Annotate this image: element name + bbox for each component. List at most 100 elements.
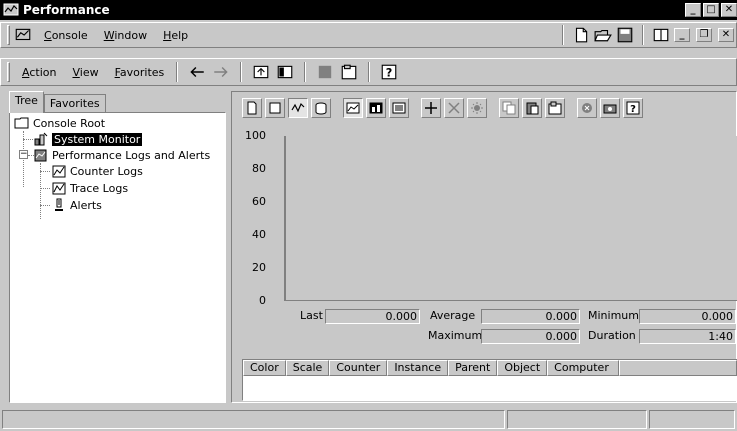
graph-plot-area — [284, 136, 737, 301]
freeze-display-button[interactable] — [577, 98, 597, 118]
tree-item-counter-logs[interactable]: Counter Logs — [51, 164, 143, 178]
folder-icon — [14, 117, 29, 129]
highlight-button[interactable] — [467, 98, 487, 118]
column-header-computer[interactable]: Computer — [547, 360, 620, 376]
tree-connector — [40, 205, 50, 206]
tree-item-console-root[interactable]: Console Root — [14, 116, 105, 130]
add-counter-button[interactable] — [421, 98, 441, 118]
save-icon[interactable] — [616, 26, 634, 44]
minimum-value: 0.000 — [639, 309, 736, 324]
back-arrow-icon[interactable] — [188, 63, 206, 81]
tab-favorites[interactable]: Favorites — [43, 94, 106, 113]
mdi-restore-button[interactable]: ❐ — [696, 28, 712, 42]
tree-item-alerts[interactable]: Alerts — [51, 198, 102, 212]
copy-properties-button[interactable] — [499, 98, 519, 118]
view-report-button[interactable] — [389, 98, 409, 118]
tree-label: Trace Logs — [70, 181, 129, 195]
mdi-close-button[interactable]: ✕ — [718, 28, 734, 42]
collapse-toggle[interactable]: − — [19, 150, 28, 159]
new-window-icon[interactable] — [652, 26, 670, 44]
copy-icon — [502, 101, 516, 115]
forward-arrow-icon[interactable] — [212, 63, 230, 81]
status-bar — [0, 408, 737, 431]
delete-counter-button[interactable] — [444, 98, 464, 118]
console-menu-bar: Console Window Help _ ❐ ✕ — [0, 22, 737, 48]
menu-help[interactable]: Help — [155, 27, 196, 44]
tree-item-system-monitor[interactable]: System Monitor — [33, 132, 143, 146]
help-button[interactable]: ? — [623, 98, 643, 118]
svg-text:?: ? — [630, 104, 636, 115]
update-data-button[interactable] — [600, 98, 620, 118]
tree-label: Performance Logs and Alerts — [52, 148, 211, 162]
counter-logs-icon — [52, 165, 66, 178]
maximum-value: 0.000 — [481, 329, 580, 344]
toolbar-separator — [368, 62, 371, 82]
new-counter-set-button[interactable] — [242, 98, 262, 118]
toolbar-separator — [304, 62, 307, 82]
menu-action[interactable]: Action — [14, 64, 64, 81]
maximize-button[interactable]: □ — [703, 3, 719, 17]
toolbar-separator — [176, 62, 179, 82]
last-value: 0.000 — [325, 309, 420, 324]
status-pane-main — [2, 410, 505, 429]
close-button[interactable]: ✕ — [721, 3, 737, 17]
column-header-scale[interactable]: Scale — [285, 360, 330, 376]
column-header-parent[interactable]: Parent — [448, 360, 498, 376]
window-title: Performance — [23, 3, 110, 17]
paste-counter-list-button[interactable] — [522, 98, 542, 118]
view-log-data-button[interactable] — [311, 98, 331, 118]
properties-button[interactable] — [545, 98, 565, 118]
menu-console[interactable]: Console — [36, 27, 96, 44]
duration-label: Duration — [588, 329, 636, 342]
new-document-icon[interactable] — [572, 26, 590, 44]
open-folder-icon[interactable] — [594, 26, 612, 44]
show-hide-tree-icon[interactable] — [276, 63, 294, 81]
minimum-label: Minimum — [588, 309, 639, 322]
tree-item-trace-logs[interactable]: Trace Logs — [51, 181, 128, 195]
minimize-button[interactable]: _ — [685, 3, 701, 17]
table-header: Color Scale Counter Instance Parent Obje… — [243, 360, 737, 376]
delete-icon[interactable] — [316, 63, 334, 81]
up-level-icon[interactable] — [252, 63, 270, 81]
performance-app-icon — [3, 3, 19, 16]
camera-icon — [603, 104, 617, 114]
menu-favorites[interactable]: Favorites — [107, 64, 173, 81]
counter-legend-table: Color Scale Counter Instance Parent Obje… — [242, 359, 737, 401]
average-label: Average — [430, 309, 476, 322]
menu-window[interactable]: Window — [96, 27, 155, 44]
mdi-minimize-button[interactable]: _ — [674, 28, 690, 42]
y-tick-label: 60 — [252, 195, 266, 208]
y-tick-label: 0 — [259, 294, 266, 307]
view-graph-button[interactable] — [343, 98, 363, 118]
paste-icon — [526, 102, 539, 115]
tab-tree[interactable]: Tree — [9, 91, 44, 113]
tree-connector — [40, 188, 50, 189]
tree-item-performance-logs-alerts[interactable]: Performance Logs and Alerts — [33, 148, 210, 162]
system-monitor-icon — [34, 132, 48, 146]
y-tick-label: 40 — [252, 228, 266, 241]
column-header-object[interactable]: Object — [497, 360, 548, 376]
toolbar-separator — [642, 25, 644, 45]
menu-view[interactable]: View — [64, 64, 106, 81]
column-header-color[interactable]: Color — [243, 360, 286, 376]
properties-icon[interactable] — [340, 63, 358, 81]
console-tree: Console Root System Monitor − Performanc… — [9, 112, 226, 403]
toolbar-separator — [562, 25, 564, 45]
clear-display-button[interactable] — [265, 98, 285, 118]
column-header-counter[interactable]: Counter — [329, 360, 388, 376]
report-icon — [392, 102, 406, 114]
tree-connector — [23, 139, 33, 140]
console-icon — [15, 28, 31, 41]
toolbar-separator — [240, 62, 243, 82]
alert-icon — [55, 198, 63, 211]
column-header-instance[interactable]: Instance — [387, 360, 449, 376]
view-current-activity-button[interactable] — [288, 98, 308, 118]
tree-label: System Monitor — [52, 132, 143, 146]
pane-splitter[interactable] — [226, 91, 230, 403]
system-monitor-toolbar: ? — [242, 96, 643, 120]
column-header-filler — [619, 360, 737, 376]
menu-grip — [7, 25, 10, 45]
average-value: 0.000 — [481, 309, 580, 324]
view-histogram-button[interactable] — [366, 98, 386, 118]
help-icon[interactable]: ? — [380, 63, 398, 81]
